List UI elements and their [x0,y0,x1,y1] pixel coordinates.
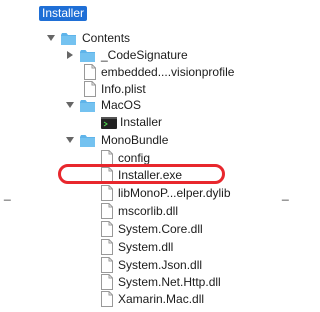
disclosure-collapsed-icon[interactable] [65,46,75,64]
tree-item-system-net-http[interactable]: System.Net.Http.dll [101,273,291,291]
tree-item-system[interactable]: System.dll [101,238,281,256]
tree-item-label: System.Json.dll [118,258,203,272]
tree-item-label: _CodeSignature [101,48,188,62]
tree-item-label: Xamarin.Mac.dll [118,292,205,306]
highlight-ring [58,164,225,184]
document-icon [84,81,96,97]
tree-item-embedded-profile[interactable]: embedded....visionprofile [84,63,294,81]
tree-item-monobundle[interactable]: MonoBundle [65,131,265,149]
tree-item-macos-installer[interactable]: Installer [101,113,281,131]
tree-item-label: System.Net.Http.dll [118,275,221,289]
tree-item-macos[interactable]: MacOS [65,96,265,114]
folder-icon [80,134,95,147]
document-icon [101,274,113,290]
tree-item-xamarin-mac[interactable]: Xamarin.Mac.dll [101,290,281,308]
document-icon [101,203,113,219]
tree-item-mscorlib[interactable]: mscorlib.dll [101,202,281,220]
tree-item-contents[interactable]: Contents [46,29,286,47]
disclosure-expanded-icon[interactable] [65,131,75,149]
tree-item-label: System.dll [118,240,174,254]
tree-item-label: MacOS [101,98,142,112]
document-icon [101,291,113,307]
document-icon [101,185,113,201]
tree-item-label: Installer [120,115,163,129]
folder-icon [80,49,95,62]
tree-item-code-signature[interactable]: _CodeSignature [65,46,285,64]
tree-item-label: mscorlib.dll [118,204,179,218]
disclosure-expanded-icon[interactable] [46,29,56,47]
edge-tick-mark: _ [4,187,11,201]
folder-icon [80,99,95,112]
tree-item-label: MonoBundle [101,133,169,147]
tree-item-libmono[interactable]: libMonoP...elper.dylib [101,184,291,202]
tree-item-label: System.Core.dll [118,222,203,236]
document-icon [101,257,113,273]
folder-icon [61,32,76,45]
tree-item-system-json[interactable]: System.Json.dll [101,256,281,274]
root-item-installer[interactable]: Installer [39,6,88,21]
tree-item-label: Contents [82,31,131,45]
document-icon [101,239,113,255]
tree-item-label: libMonoP...elper.dylib [118,186,231,200]
document-icon [101,221,113,237]
tree-item-system-core[interactable]: System.Core.dll [101,220,281,238]
disclosure-expanded-icon[interactable] [65,96,75,114]
tree-item-label: embedded....visionprofile [101,65,235,79]
document-icon [84,64,96,80]
terminal-icon [101,116,117,129]
